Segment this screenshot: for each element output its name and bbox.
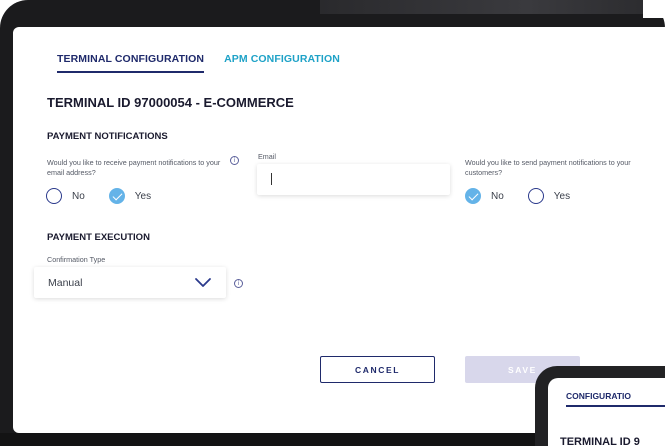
customer-notifications-yes-radio[interactable]	[527, 188, 544, 204]
text-caret	[271, 173, 272, 185]
background-corner	[643, 0, 665, 18]
page-title: TERMINAL ID 97000054 - E-COMMERCE	[47, 95, 294, 110]
customer-notifications-question: Would you like to send payment notificat…	[465, 158, 631, 177]
email-notifications-radio-group: No Yes	[46, 188, 175, 204]
inset-page-title: TERMINAL ID 9	[560, 436, 640, 446]
config-tabs: TERMINAL CONFIGURATION APM CONFIGURATION	[57, 53, 340, 73]
chevron-down-icon	[195, 277, 211, 287]
confirmation-type-value: Manual	[48, 276, 83, 289]
email-notifications-yes-radio[interactable]	[108, 188, 125, 204]
tab-apm-configuration[interactable]: APM CONFIGURATION	[224, 53, 340, 73]
email-notifications-question: Would you like to receive payment notifi…	[47, 158, 221, 177]
radio-label-no: No	[72, 190, 85, 202]
email-input[interactable]	[257, 164, 450, 195]
customer-notifications-no-radio[interactable]	[465, 188, 481, 204]
inset-tab-underline	[566, 405, 665, 407]
info-icon[interactable]: i	[230, 156, 239, 165]
confirmation-type-select[interactable]: Manual	[34, 267, 226, 298]
email-field-label: Email	[258, 152, 276, 161]
radio-label-no: No	[491, 190, 504, 202]
customer-notifications-radio-group: No Yes	[465, 188, 594, 204]
second-tablet-screen: CONFIGURATIO TERMINAL ID 9	[548, 378, 665, 446]
payment-execution-heading: PAYMENT EXECUTION	[47, 232, 150, 243]
payment-notifications-heading: PAYMENT NOTIFICATIONS	[47, 131, 168, 142]
confirmation-type-label: Confirmation Type	[47, 255, 106, 264]
bezel-glare	[320, 0, 665, 14]
radio-label-yes: Yes	[553, 190, 571, 202]
radio-label-yes: Yes	[134, 190, 152, 202]
cancel-button[interactable]: CANCEL	[320, 356, 435, 383]
tab-terminal-configuration[interactable]: TERMINAL CONFIGURATION	[57, 53, 205, 73]
info-icon[interactable]: i	[234, 279, 243, 288]
email-field-container	[257, 164, 450, 195]
email-notifications-no-radio[interactable]	[46, 188, 62, 204]
inset-tab-configuration: CONFIGURATIO	[566, 391, 632, 401]
